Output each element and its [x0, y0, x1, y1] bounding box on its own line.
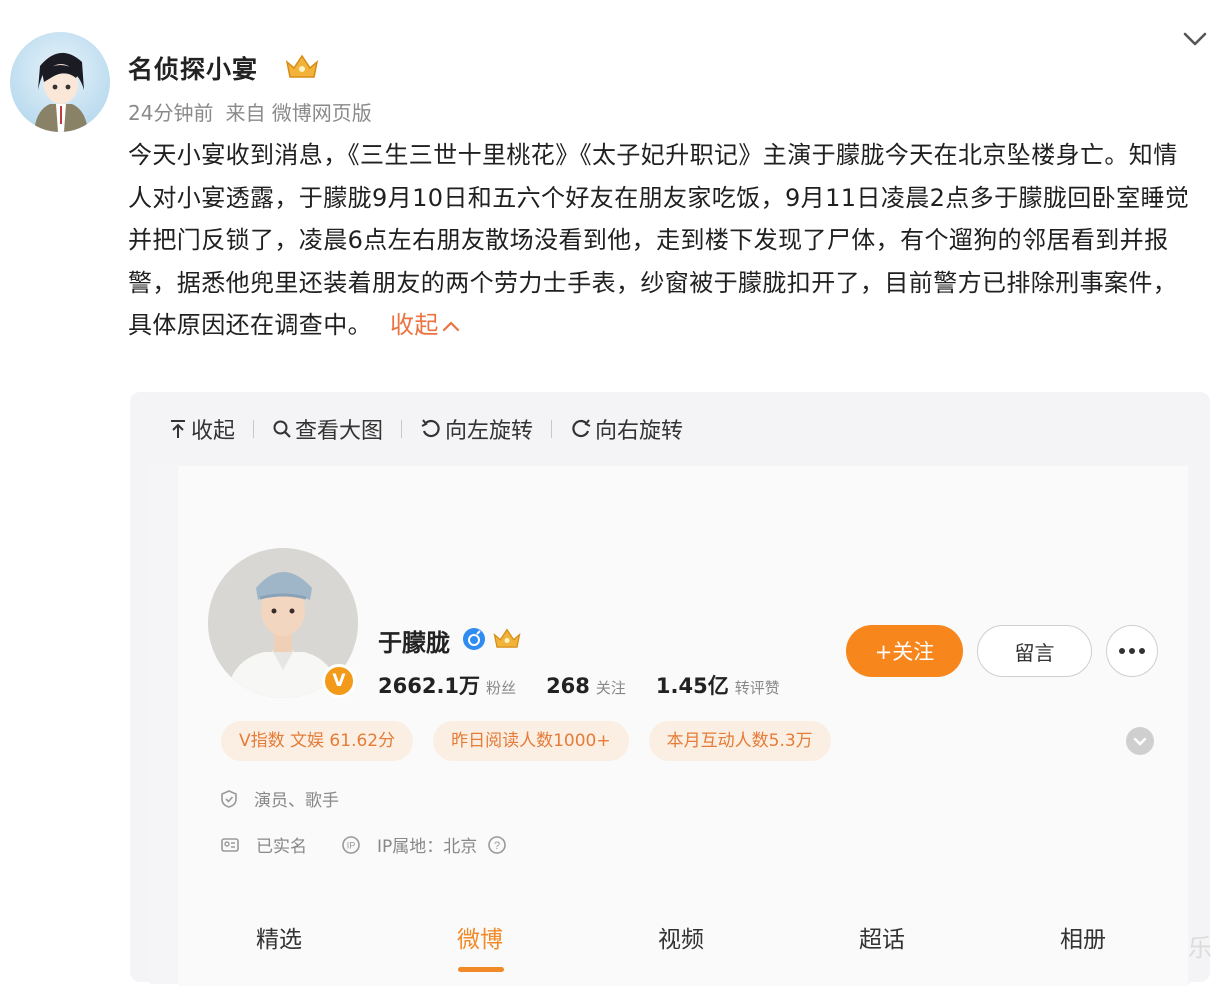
- verified-real-name: 已实名: [256, 837, 307, 857]
- search-icon: [273, 420, 291, 438]
- message-button[interactable]: 留言: [977, 625, 1092, 677]
- crown-icon: [492, 626, 522, 654]
- collapse-text-label: 收起: [390, 311, 439, 339]
- profile-tags: V指数 文娱 61.62分 昨日阅读人数1000+ 本月互动人数5.3万: [221, 721, 851, 761]
- collapse-text-link[interactable]: 收起: [390, 311, 460, 339]
- view-large-label: 查看大图: [295, 419, 384, 444]
- rotate-right-label: 向右旋转: [595, 419, 684, 444]
- stat-label: 粉丝: [486, 679, 517, 697]
- stat-value: 2662.1万: [378, 674, 481, 698]
- tag-monthly-interactions[interactable]: 本月互动人数5.3万: [648, 721, 831, 761]
- rotate-left-button[interactable]: 向左旋转: [420, 413, 533, 445]
- verified-icon: [462, 627, 486, 655]
- svg-text:?: ?: [494, 840, 500, 852]
- active-tab-indicator: [458, 967, 504, 972]
- tab-album[interactable]: 相册: [1060, 920, 1106, 954]
- ip-location: IP属地：北京: [377, 837, 478, 857]
- stat-following[interactable]: 268 关注: [546, 674, 626, 698]
- tab-video[interactable]: 视频: [658, 920, 704, 954]
- verified-v-badge: V: [322, 664, 356, 698]
- collapse-image-label: 收起: [191, 419, 236, 444]
- tab-super-topic[interactable]: 超话: [859, 920, 905, 954]
- watermark: 乐: [1188, 934, 1212, 962]
- stat-value: 268: [546, 674, 590, 698]
- poster-avatar[interactable]: [10, 32, 110, 132]
- svg-text:IP: IP: [347, 840, 356, 850]
- more-options-button[interactable]: [1106, 625, 1158, 677]
- post-text: 今天小宴收到消息，《三生三世十里桃花》《太子妃升职记》主演于朦胧今天在北京坠楼身…: [128, 141, 1190, 339]
- stat-label: 关注: [595, 679, 626, 697]
- profile-role-row: 演员、歌手: [220, 786, 339, 811]
- stat-reposts: 1.45亿 转评赞: [656, 670, 780, 700]
- toolbar-divider: [253, 420, 255, 438]
- profile-name: 于朦胧: [378, 629, 450, 657]
- collapse-up-icon: [171, 420, 185, 438]
- stat-fans[interactable]: 2662.1万 粉丝: [378, 670, 516, 700]
- profile-role: 演员、歌手: [254, 791, 339, 811]
- ip-location-icon: IP: [342, 835, 360, 854]
- help-icon[interactable]: ?: [487, 835, 507, 855]
- rotate-right-button[interactable]: 向右旋转: [570, 413, 683, 445]
- view-large-button[interactable]: 查看大图: [272, 413, 383, 445]
- more-dots-icon: [1119, 648, 1145, 654]
- poster-name[interactable]: 名侦探小宴: [128, 50, 258, 86]
- shield-icon: [221, 789, 237, 808]
- toolbar-divider: [401, 420, 403, 438]
- chevron-up-icon: [442, 321, 459, 332]
- chevron-down-icon[interactable]: [1180, 24, 1210, 54]
- tag-daily-readers[interactable]: 昨日阅读人数1000+: [433, 721, 629, 761]
- stat-value: 1.45亿: [655, 674, 729, 698]
- rotate-left-label: 向左旋转: [445, 419, 534, 444]
- collapse-image-button[interactable]: 收起: [168, 413, 235, 445]
- viewer-toolbar: 收起 查看大图 向左旋转 向右旋转: [168, 412, 683, 446]
- profile-id-row: 已实名 IP IP属地：北京 ?: [220, 832, 523, 857]
- toolbar-divider: [551, 420, 553, 438]
- follow-button[interactable]: +关注: [846, 625, 963, 677]
- post-meta: 24分钟前 来自 微博网页版: [128, 97, 384, 126]
- post-time[interactable]: 24分钟前: [128, 101, 213, 125]
- profile-stats: 2662.1万 粉丝 268 关注 1.45亿 转评赞: [378, 670, 810, 700]
- post-source: 来自 微博网页版: [225, 101, 372, 125]
- rotate-right-icon: [572, 419, 591, 438]
- stat-label: 转评赞: [734, 679, 780, 697]
- tab-weibo[interactable]: 微博: [457, 920, 503, 954]
- tab-featured[interactable]: 精选: [256, 920, 302, 954]
- rotate-left-icon: [421, 419, 440, 438]
- crown-icon: [284, 52, 320, 84]
- expand-chevron-icon[interactable]: [1126, 727, 1154, 755]
- id-card-icon: [221, 837, 239, 852]
- post-body: 今天小宴收到消息，《三生三世十里桃花》《太子妃升职记》主演于朦胧今天在北京坠楼身…: [128, 134, 1200, 347]
- tag-v-index[interactable]: V指数 文娱 61.62分: [221, 721, 414, 761]
